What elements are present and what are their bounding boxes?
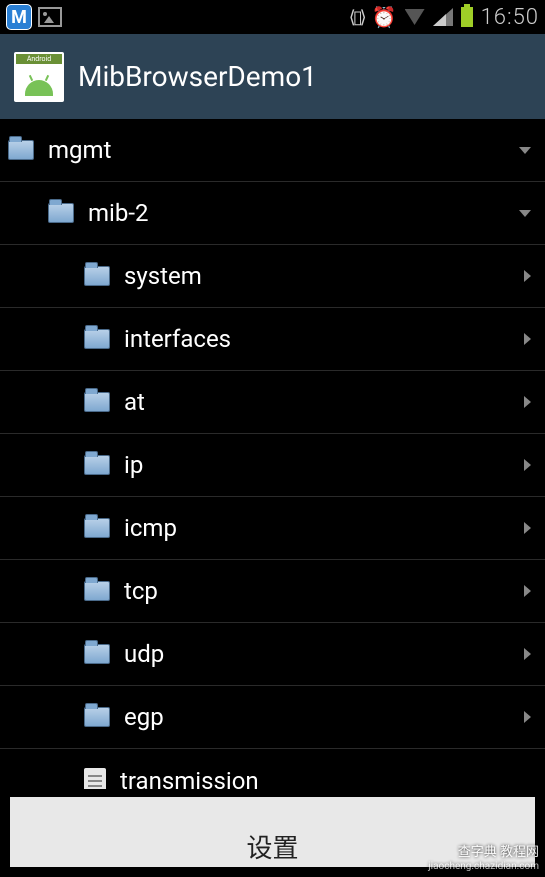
tree-item-label: mgmt [48,136,519,164]
action-bar: Android MibBrowserDemo1 [0,34,545,119]
tree-item-system[interactable]: system [0,245,545,308]
tree-item-label: mib-2 [88,199,519,227]
tree-item-tcp[interactable]: tcp [0,560,545,623]
folder-icon [84,392,110,412]
app-icon[interactable]: Android [14,52,64,102]
signal-icon [433,8,453,26]
folder-icon [84,266,110,286]
settings-button-label: 设置 [246,828,298,865]
tree-item-label: system [124,262,524,290]
folder-icon [48,203,74,223]
folder-icon [84,707,110,727]
chevron-right-icon [524,333,531,345]
tree-item-label: icmp [124,514,524,542]
file-icon [84,768,106,790]
folder-icon [84,581,110,601]
folder-icon [8,140,34,160]
watermark-line1: 查字典 教程网 [428,845,539,861]
security-app-icon: M [6,4,32,30]
status-bar: M ⟨▯⟩ ⏰ 16:50 [0,0,545,34]
tree-item-ip[interactable]: ip [0,434,545,497]
chevron-down-icon [519,147,531,154]
folder-icon [84,518,110,538]
folder-icon [84,455,110,475]
wifi-icon [405,9,425,25]
chevron-right-icon [524,396,531,408]
tree-item-transmission[interactable]: transmission [0,749,545,789]
chevron-right-icon [524,711,531,723]
chevron-down-icon [519,210,531,217]
tree-item-label: interfaces [124,325,524,353]
clock-time: 16:50 [481,5,539,30]
tree-item-udp[interactable]: udp [0,623,545,686]
tree-item-label: udp [124,640,524,668]
android-icon [25,80,53,96]
tree-item-label: ip [124,451,524,479]
chevron-right-icon [524,522,531,534]
watermark: 查字典 教程网 jiaocheng.chazidian.com [428,845,539,873]
battery-icon [461,7,473,27]
folder-icon [84,329,110,349]
chevron-right-icon [524,585,531,597]
tree-item-interfaces[interactable]: interfaces [0,308,545,371]
status-left: M [6,4,62,30]
tree-item-label: tcp [124,577,524,605]
tree-item-label: transmission [120,767,531,790]
tree-item-icmp[interactable]: icmp [0,497,545,560]
tree-item-egp[interactable]: egp [0,686,545,749]
tree-item-label: at [124,388,524,416]
tree-item-at[interactable]: at [0,371,545,434]
chevron-right-icon [524,459,531,471]
alarm-icon: ⏰ [372,5,397,29]
picture-icon [38,7,62,27]
chevron-right-icon [524,270,531,282]
app-title: MibBrowserDemo1 [78,60,317,93]
tree-item-label: egp [124,703,524,731]
tree-item-mgmt[interactable]: mgmt [0,119,545,182]
folder-icon [84,644,110,664]
vibrate-icon: ⟨▯⟩ [349,7,364,28]
tree-view: mgmt mib-2 system interfaces at ip icmp tcp udp e… [0,119,545,789]
tree-item-mib-2[interactable]: mib-2 [0,182,545,245]
chevron-right-icon [524,648,531,660]
watermark-line2: jiaocheng.chazidian.com [428,861,539,873]
status-right: ⟨▯⟩ ⏰ 16:50 [349,5,539,30]
